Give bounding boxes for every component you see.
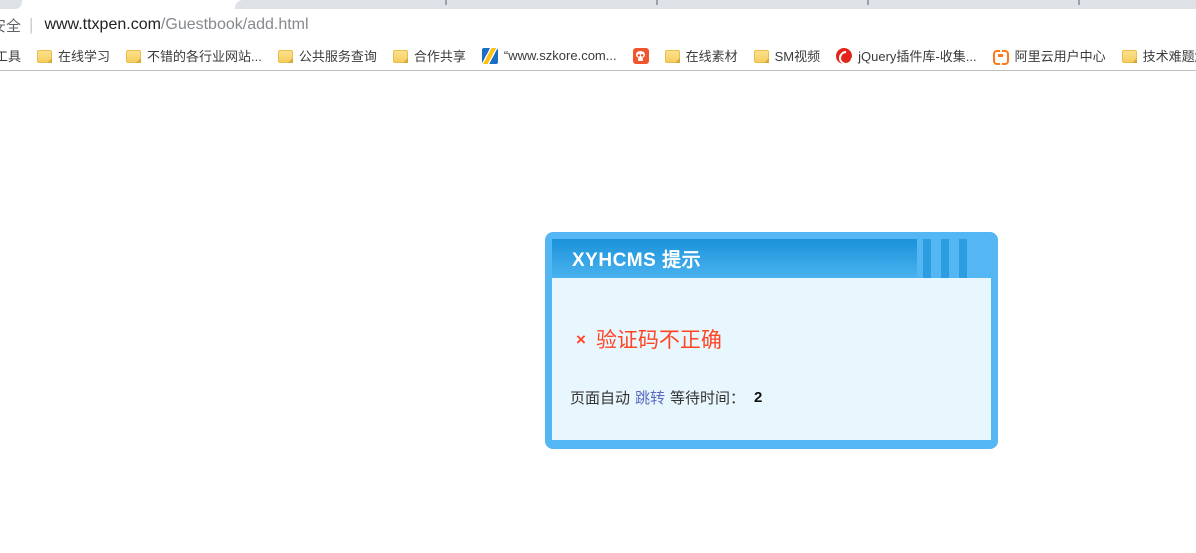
- error-message: 验证码不正确: [596, 324, 722, 354]
- bookmark-item[interactable]: 阿里云用户中心: [993, 46, 1106, 65]
- bookmark-item[interactable]: 在线素材: [665, 46, 738, 65]
- inactive-tabs[interactable]: [235, 0, 1196, 9]
- redirect-prefix: 页面自动: [570, 387, 630, 408]
- tab-separator: [445, 0, 447, 5]
- dialog-body: × 验证码不正确 页面自动 跳转 等待时间： 2: [552, 278, 991, 440]
- address-separator: |: [29, 15, 33, 35]
- folder-icon: [665, 50, 680, 63]
- xyhcms-dialog: XYHCMS 提示 × 验证码不正确 页面自动 跳转 等待时间： 2: [545, 232, 998, 449]
- bookmark-label: SM视频: [775, 46, 821, 65]
- header-stripes-decoration: [917, 239, 991, 278]
- tab-separator: [656, 0, 658, 5]
- countdown: 2: [754, 389, 762, 406]
- bookmark-item[interactable]: 技术难题解决: [1122, 46, 1196, 65]
- bookmark-item[interactable]: 公共服务查询: [278, 46, 377, 65]
- bookmark-item[interactable]: 在线学习: [37, 46, 110, 65]
- bookmark-item[interactable]: jQuery插件库-收集...: [836, 46, 976, 65]
- bookmark-label: 合作共享: [414, 46, 466, 65]
- stripe: [959, 239, 967, 278]
- page-content: XYHCMS 提示 × 验证码不正确 页面自动 跳转 等待时间： 2: [0, 71, 1196, 552]
- redirect-suffix: 等待时间：: [670, 387, 745, 408]
- bookmarks-bar: 工具 在线学习 不错的各行业网站... 公共服务查询 合作共享 “www.szkore.c…: [0, 41, 1196, 71]
- bookmark-item[interactable]: 工具: [0, 46, 21, 65]
- tab-left-stub[interactable]: [0, 0, 22, 9]
- stripe: [941, 239, 949, 278]
- dialog-header: XYHCMS 提示: [552, 239, 991, 278]
- bookmark-label: 阿里云用户中心: [1015, 46, 1106, 65]
- skull-icon: [633, 48, 649, 64]
- folder-icon: [126, 50, 141, 63]
- jquery-icon: [836, 48, 852, 64]
- folder-icon: [37, 50, 52, 63]
- aliyun-icon: [993, 48, 1009, 64]
- bookmark-label: 公共服务查询: [299, 46, 377, 65]
- bookmark-item[interactable]: SM视频: [754, 46, 821, 65]
- dialog-title: XYHCMS 提示: [572, 245, 701, 272]
- bookmark-label: jQuery插件库-收集...: [858, 46, 976, 65]
- folder-icon: [393, 50, 408, 63]
- szkore-icon: [482, 48, 498, 64]
- bookmark-label: 技术难题解决: [1143, 46, 1196, 65]
- bookmark-item[interactable]: 不错的各行业网站...: [126, 46, 262, 65]
- tab-separator: [1078, 0, 1080, 5]
- bookmark-item[interactable]: 合作共享: [393, 46, 466, 65]
- bookmark-label: 不错的各行业网站...: [147, 46, 262, 65]
- folder-icon: [278, 50, 293, 63]
- bookmark-label: 在线素材: [686, 46, 738, 65]
- tab-separator: [867, 0, 869, 5]
- folder-icon: [1122, 50, 1137, 63]
- dialog-title-band: XYHCMS 提示: [552, 239, 917, 278]
- browser-chrome: 安全 | www.ttxpen.com /Guestbook/add.html …: [0, 0, 1196, 71]
- bookmark-label: 工具: [0, 46, 21, 65]
- bookmark-label: 在线学习: [58, 46, 110, 65]
- bookmark-item[interactable]: “www.szkore.com...: [482, 48, 617, 64]
- bookmark-label: “www.szkore.com...: [504, 48, 617, 63]
- url-path[interactable]: /Guestbook/add.html: [161, 16, 309, 34]
- error-line: × 验证码不正确: [552, 278, 991, 354]
- tab-strip: [0, 0, 1196, 9]
- error-x-icon: ×: [576, 330, 586, 350]
- folder-icon: [754, 50, 769, 63]
- redirect-info: 页面自动 跳转 等待时间： 2: [552, 387, 991, 408]
- stripe: [923, 239, 931, 278]
- bookmark-item[interactable]: [633, 48, 649, 64]
- url-host[interactable]: www.ttxpen.com: [44, 16, 160, 34]
- address-bar[interactable]: 安全 | www.ttxpen.com /Guestbook/add.html: [0, 9, 1196, 41]
- security-label: 安全: [0, 15, 21, 36]
- redirect-link[interactable]: 跳转: [635, 387, 665, 408]
